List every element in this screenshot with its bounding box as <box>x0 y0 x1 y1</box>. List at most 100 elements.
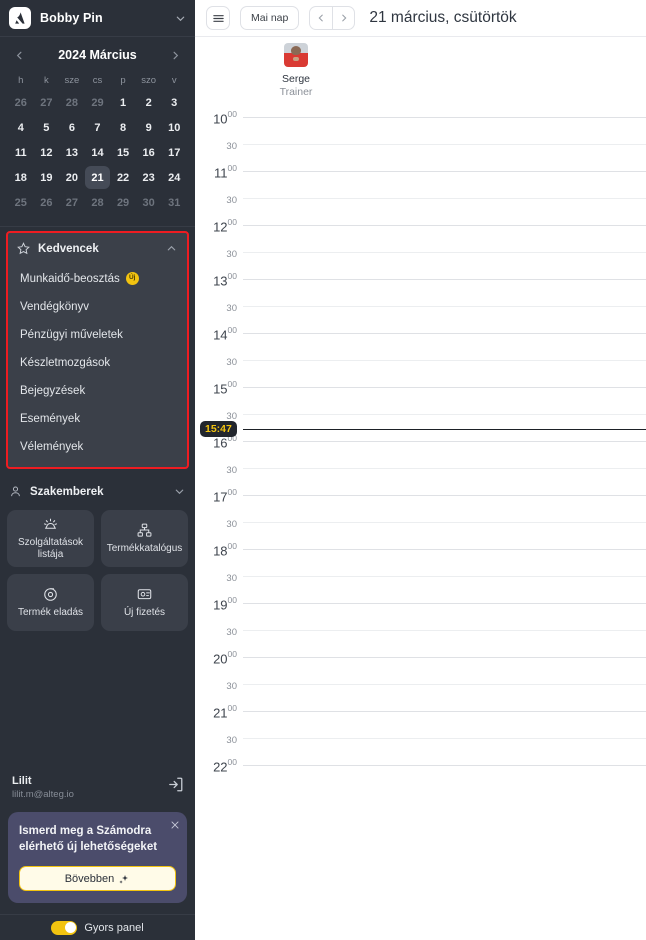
calendar-hour-row[interactable]: 1700 <box>195 487 646 506</box>
next-day-button[interactable] <box>332 7 354 29</box>
app-logo-glyph <box>15 12 25 24</box>
mini-calendar-day[interactable]: 23 <box>136 166 162 189</box>
calendar-hour-row[interactable]: 2100 <box>195 703 646 722</box>
staff-group-title: Szakemberek <box>30 485 104 498</box>
mini-calendar-day[interactable]: 28 <box>59 91 85 114</box>
calendar-half-hour-row[interactable]: 30 <box>195 460 646 478</box>
time-label: 1100 <box>214 163 237 181</box>
time-label-half: 30 <box>226 465 237 476</box>
sidebar-header[interactable]: Bobby Pin <box>0 0 195 37</box>
calendar-hour-row[interactable]: 1200 <box>195 217 646 236</box>
mini-calendar-day[interactable]: 6 <box>59 116 85 139</box>
favorites-item[interactable]: Munkaidő-beosztás Új <box>8 264 187 293</box>
today-button[interactable]: Mai nap <box>240 6 300 30</box>
mini-calendar-day[interactable]: 26 <box>8 91 34 114</box>
sidebar-item-staff[interactable]: Szakemberek <box>0 475 195 508</box>
mini-calendar-day[interactable]: 25 <box>8 191 34 214</box>
favorites-item[interactable]: Pénzügyi műveletek <box>8 321 187 349</box>
mini-calendar-day[interactable]: 17 <box>161 141 187 164</box>
calendar-half-hour-row[interactable]: 30 <box>195 298 646 316</box>
mini-calendar-day[interactable]: 24 <box>161 166 187 189</box>
mini-calendar-day-selected[interactable]: 21 <box>84 166 111 189</box>
calendar-half-hour-row[interactable]: 30 <box>195 622 646 640</box>
calendar-hour-row[interactable]: 1800 <box>195 541 646 560</box>
mini-calendar-day[interactable]: 26 <box>34 191 60 214</box>
favorites-item[interactable]: Vélemények <box>8 433 187 461</box>
mini-calendar-day[interactable]: 27 <box>59 191 85 214</box>
calendar-half-hour-row[interactable]: 30 <box>195 730 646 748</box>
calendar-hour-row[interactable]: 1500 <box>195 379 646 398</box>
favorites-group-header[interactable]: Kedvencek <box>8 233 187 264</box>
calendar-half-hour-row[interactable]: 30 <box>195 190 646 208</box>
promo-learn-more-button[interactable]: Bövebben <box>19 866 176 891</box>
close-icon[interactable] <box>171 821 179 829</box>
quick-panel-toggle[interactable] <box>51 920 78 935</box>
mini-calendar-day[interactable]: 29 <box>110 191 136 214</box>
favorites-item-label: Vendégkönyv <box>20 301 90 313</box>
mini-calendar-day[interactable]: 29 <box>85 91 111 114</box>
promo-button-label: Bövebben <box>64 872 115 885</box>
favorites-item[interactable]: Események <box>8 405 187 433</box>
calendar-half-hour-row[interactable]: 30 <box>195 244 646 262</box>
calendar-half-hour-row[interactable]: 30 <box>195 568 646 586</box>
time-label-half: 30 <box>226 303 237 314</box>
calendar-half-hour-row[interactable]: 30 <box>195 676 646 694</box>
calendar-hour-row[interactable]: 1900 <box>195 595 646 614</box>
calendar-half-hour-row[interactable]: 30 <box>195 136 646 154</box>
mini-calendar-day[interactable]: 9 <box>136 116 162 139</box>
chevron-right-icon[interactable] <box>170 50 181 61</box>
mini-calendar-day[interactable]: 19 <box>34 166 60 189</box>
calendar-hour-row[interactable]: 1100 <box>195 163 646 182</box>
mini-calendar-day[interactable]: 7 <box>85 116 111 139</box>
mini-calendar-day[interactable]: 20 <box>59 166 85 189</box>
tile-product-catalog[interactable]: Termékkatalógus <box>101 510 188 567</box>
mini-calendar-day[interactable]: 11 <box>8 141 34 164</box>
mini-calendar-day[interactable]: 28 <box>85 191 111 214</box>
mini-calendar-day[interactable]: 8 <box>110 116 136 139</box>
mini-calendar-day[interactable]: 1 <box>110 91 136 114</box>
calendar-hour-row[interactable]: 2200 <box>195 757 646 776</box>
calendar-hour-row[interactable]: 1000 <box>195 109 646 128</box>
chevron-down-icon[interactable] <box>174 486 185 497</box>
tile-product-sale[interactable]: Termék eladás <box>7 574 94 631</box>
logout-icon[interactable] <box>166 775 185 794</box>
mini-calendar-day[interactable]: 31 <box>161 191 187 214</box>
mini-calendar-day[interactable]: 14 <box>85 141 111 164</box>
mini-calendar-day[interactable]: 15 <box>110 141 136 164</box>
mini-calendar-day[interactable]: 12 <box>34 141 60 164</box>
favorites-item[interactable]: Készletmozgások <box>8 349 187 377</box>
chevron-up-icon[interactable] <box>166 243 177 254</box>
tile-services-list[interactable]: Szolgáltatások listája <box>7 510 94 567</box>
chevron-left-icon[interactable] <box>14 50 25 61</box>
favorites-item[interactable]: Bejegyzések <box>8 377 187 405</box>
mini-calendar-day[interactable]: 30 <box>136 191 162 214</box>
mini-calendar-day[interactable]: 16 <box>136 141 162 164</box>
mini-calendar-day[interactable]: 4 <box>8 116 34 139</box>
time-label-half: 30 <box>226 357 237 368</box>
calendar-half-hour-row[interactable]: 30 <box>195 352 646 370</box>
calendar-hour-row[interactable]: 2000 <box>195 649 646 668</box>
hamburger-menu-icon[interactable] <box>206 6 230 30</box>
calendar-half-hour-row[interactable]: 30 <box>195 406 646 424</box>
tile-new-payment[interactable]: Új fizetés <box>101 574 188 631</box>
calendar-half-hour-row[interactable]: 30 <box>195 514 646 532</box>
time-label: 1700 <box>213 487 237 505</box>
mini-calendar-day[interactable]: 18 <box>8 166 34 189</box>
mini-calendar-dow: v <box>171 74 177 86</box>
favorites-list: Munkaidő-beosztás Új Vendégkönyv Pénzügyi m… <box>8 264 187 461</box>
mini-calendar-day[interactable]: 27 <box>34 91 60 114</box>
calendar-hour-row[interactable]: 1400 <box>195 325 646 344</box>
mini-calendar-day[interactable]: 5 <box>34 116 60 139</box>
prev-day-button[interactable] <box>310 7 332 29</box>
calendar-hour-row[interactable]: 1300 <box>195 271 646 290</box>
day-calendar[interactable]: 1000 30 1100 30 1200 30 1300 30 1400 30 1500 30 1600… <box>195 105 646 940</box>
mini-calendar-day[interactable]: 13 <box>59 141 85 164</box>
mini-calendar-day[interactable]: 10 <box>161 116 187 139</box>
chevron-down-icon[interactable] <box>175 13 186 24</box>
calendar-hour-row[interactable]: 1600 <box>195 433 646 452</box>
mini-calendar-day[interactable]: 22 <box>110 166 136 189</box>
mini-calendar-day[interactable]: 2 <box>136 91 162 114</box>
mini-calendar-day[interactable]: 3 <box>161 91 187 114</box>
staff-column-header[interactable]: Serge Trainer <box>257 43 335 98</box>
favorites-item[interactable]: Vendégkönyv <box>8 293 187 321</box>
